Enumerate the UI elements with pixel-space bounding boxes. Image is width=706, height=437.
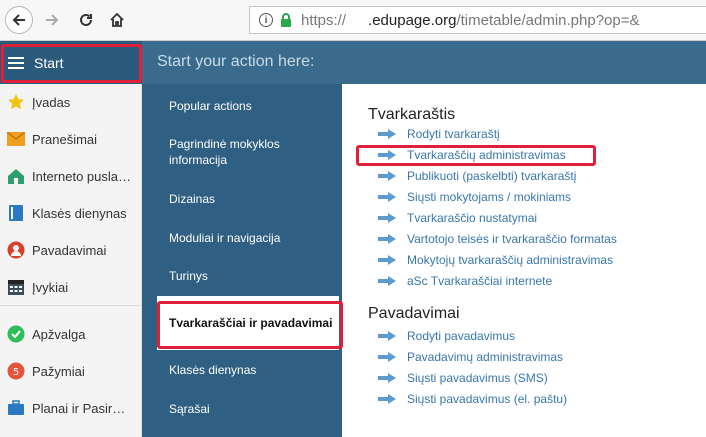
arrow-right-icon bbox=[46, 14, 59, 26]
svg-text:5: 5 bbox=[13, 367, 19, 378]
reload-icon bbox=[80, 13, 92, 26]
action-link-label: Rodyti pavadavimus bbox=[407, 329, 516, 343]
action-link-label: Rodyti tvarkaraštį bbox=[407, 127, 500, 141]
forward-button[interactable] bbox=[38, 6, 66, 34]
url-path: /timetable/admin.php?op=& bbox=[456, 11, 640, 29]
sidebar-item-label: Planai ir Pasiruošimas bbox=[32, 400, 132, 416]
action-link-label: Tvarkaraščių administravimas bbox=[407, 148, 566, 162]
info-icon[interactable]: i bbox=[259, 13, 273, 27]
sidebar-item-label: Pranešimai bbox=[32, 131, 98, 147]
grade-icon: 5 bbox=[7, 362, 25, 380]
address-bar[interactable]: i https:// .edupage.org /timetable/admin… bbox=[249, 6, 706, 34]
arrow-right-icon bbox=[378, 373, 396, 383]
sidebar-item-pavadavimai[interactable]: Pavadavimai bbox=[0, 232, 142, 268]
sidebar-divider bbox=[0, 305, 142, 306]
arrow-right-icon bbox=[378, 394, 396, 404]
action-link-label: Siųsti pavadavimus (SMS) bbox=[407, 371, 548, 385]
sidebar-item-label: Apžvalga bbox=[32, 326, 86, 342]
arrow-right-icon bbox=[378, 234, 396, 244]
arrow-right-icon bbox=[378, 213, 396, 223]
url-scheme: https:// bbox=[301, 11, 347, 29]
action-link-label: Mokytojų tvarkaraščių administravimas bbox=[407, 253, 614, 267]
app-header: Start Start your action here: bbox=[0, 41, 706, 84]
start-label: Start bbox=[34, 54, 64, 71]
home-button[interactable] bbox=[103, 6, 131, 34]
action-link-label: Publikuoti (paskelbti) tvarkaraštį bbox=[407, 169, 577, 183]
header-prompt: Start your action here: bbox=[157, 53, 315, 70]
browser-toolbar: i https:// .edupage.org /timetable/admin… bbox=[0, 0, 706, 41]
action-link[interactable]: aSc Tvarkaraščiai internete bbox=[378, 271, 552, 291]
envelope-icon bbox=[7, 130, 25, 148]
sidebar-item-ivadas[interactable]: Įvadas bbox=[0, 84, 142, 120]
sidebar-item-label: Pavadavimai bbox=[32, 242, 107, 258]
sidebar-item-interneto[interactable]: Interneto puslapis bbox=[0, 158, 142, 194]
action-link[interactable]: Tvarkaraščių administravimas bbox=[378, 145, 566, 165]
person-icon bbox=[7, 241, 25, 259]
category-pagrindine[interactable]: Pagrindinė mokyklos informacija bbox=[142, 136, 332, 168]
action-link[interactable]: Vartotojo teisės ir tvarkaraščio formata… bbox=[378, 229, 617, 249]
sidebar-item-ivykiai[interactable]: Įvykiai bbox=[0, 269, 142, 305]
sidebar-item-pazymiai[interactable]: 5 Pažymiai bbox=[0, 353, 142, 389]
start-menu-button[interactable]: Start bbox=[0, 41, 142, 84]
action-link[interactable]: Siųsti pavadavimus (SMS) bbox=[378, 368, 548, 388]
action-link-label: Pavadavimų administravimas bbox=[407, 350, 564, 364]
action-link-label: Siųsti mokytojams / mokiniams bbox=[407, 190, 572, 204]
sidebar: Įvadas Pranešimai Interneto puslapis Kla… bbox=[0, 84, 142, 437]
reload-button[interactable] bbox=[72, 6, 100, 34]
section-title-tvarkarastis: Tvarkaraštis bbox=[368, 106, 456, 123]
category-tvarkarasciai-label: Tvarkaraščiai ir pavadavimai bbox=[169, 316, 333, 330]
action-link[interactable]: Pavadavimų administravimas bbox=[378, 347, 563, 367]
action-link-label: Vartotojo teisės ir tvarkaraščio formata… bbox=[407, 232, 617, 246]
sidebar-item-klases-dienynas[interactable]: Klasės dienynas bbox=[0, 195, 142, 231]
sidebar-item-label: Klasės dienynas bbox=[32, 205, 127, 221]
action-link-label: aSc Tvarkaraščiai internete bbox=[407, 274, 553, 288]
action-link[interactable]: Rodyti tvarkaraštį bbox=[378, 124, 500, 144]
arrow-right-icon bbox=[378, 150, 396, 160]
back-button[interactable] bbox=[5, 6, 33, 34]
arrow-right-icon bbox=[378, 352, 396, 362]
sidebar-item-label: Įvadas bbox=[32, 94, 71, 110]
category-moduliai[interactable]: Moduliai ir navigacija bbox=[142, 230, 342, 246]
action-link[interactable]: Tvarkaraščio nustatymai bbox=[378, 208, 537, 228]
arrow-right-icon bbox=[378, 129, 396, 139]
book-icon bbox=[7, 204, 25, 222]
lock-icon bbox=[281, 12, 291, 27]
star-icon bbox=[7, 93, 25, 111]
briefcase-icon bbox=[7, 399, 25, 417]
arrow-right-icon bbox=[378, 255, 396, 265]
arrow-right-icon bbox=[378, 276, 396, 286]
sidebar-item-label: Pažymiai bbox=[32, 363, 85, 379]
action-link-label: Siųsti pavadavimus (el. paštu) bbox=[407, 392, 568, 406]
action-link-label: Tvarkaraščio nustatymai bbox=[407, 211, 538, 225]
sidebar-item-label: Interneto puslapis bbox=[32, 168, 132, 184]
arrow-right-icon bbox=[378, 171, 396, 181]
section-title-pavadavimai: Pavadavimai bbox=[368, 305, 460, 322]
sidebar-item-planai[interactable]: Planai ir Pasiruošimas bbox=[0, 390, 142, 426]
action-link[interactable]: Publikuoti (paskelbti) tvarkaraštį bbox=[378, 166, 576, 186]
category-dizainas[interactable]: Dizainas bbox=[142, 191, 342, 207]
action-link[interactable]: Siųsti pavadavimus (el. paštu) bbox=[378, 389, 567, 409]
sidebar-item-label: Įvykiai bbox=[32, 279, 69, 295]
category-turinys[interactable]: Turinys bbox=[142, 268, 342, 284]
category-menu: Popular actions Pagrindinė mokyklos info… bbox=[142, 84, 342, 437]
arrow-right-icon bbox=[378, 331, 396, 341]
hamburger-icon bbox=[8, 54, 24, 72]
category-tvarkarasciai[interactable]: Tvarkaraščiai ir pavadavimai bbox=[157, 296, 339, 350]
arrow-right-icon bbox=[378, 192, 396, 202]
action-content: Tvarkaraštis Rodyti tvarkaraštį Tvarkaraš… bbox=[342, 84, 706, 437]
url-host: .edupage.org bbox=[368, 11, 457, 29]
arrow-left-icon bbox=[12, 14, 25, 26]
category-popular-actions[interactable]: Popular actions bbox=[142, 98, 342, 114]
check-circle-icon bbox=[7, 325, 25, 343]
category-klases-dienynas[interactable]: Klasės dienynas bbox=[142, 362, 342, 378]
action-link[interactable]: Siųsti mokytojams / mokiniams bbox=[378, 187, 571, 207]
home-icon bbox=[110, 12, 124, 27]
action-link[interactable]: Rodyti pavadavimus bbox=[378, 326, 515, 346]
calendar-icon bbox=[7, 278, 25, 296]
category-sarasai[interactable]: Sąrašai bbox=[142, 401, 342, 417]
action-link[interactable]: Mokytojų tvarkaraščių administravimas bbox=[378, 250, 613, 270]
sidebar-item-apzvalga[interactable]: Apžvalga bbox=[0, 316, 142, 352]
sidebar-item-pranesimai[interactable]: Pranešimai bbox=[0, 121, 142, 157]
house-icon bbox=[7, 167, 25, 185]
